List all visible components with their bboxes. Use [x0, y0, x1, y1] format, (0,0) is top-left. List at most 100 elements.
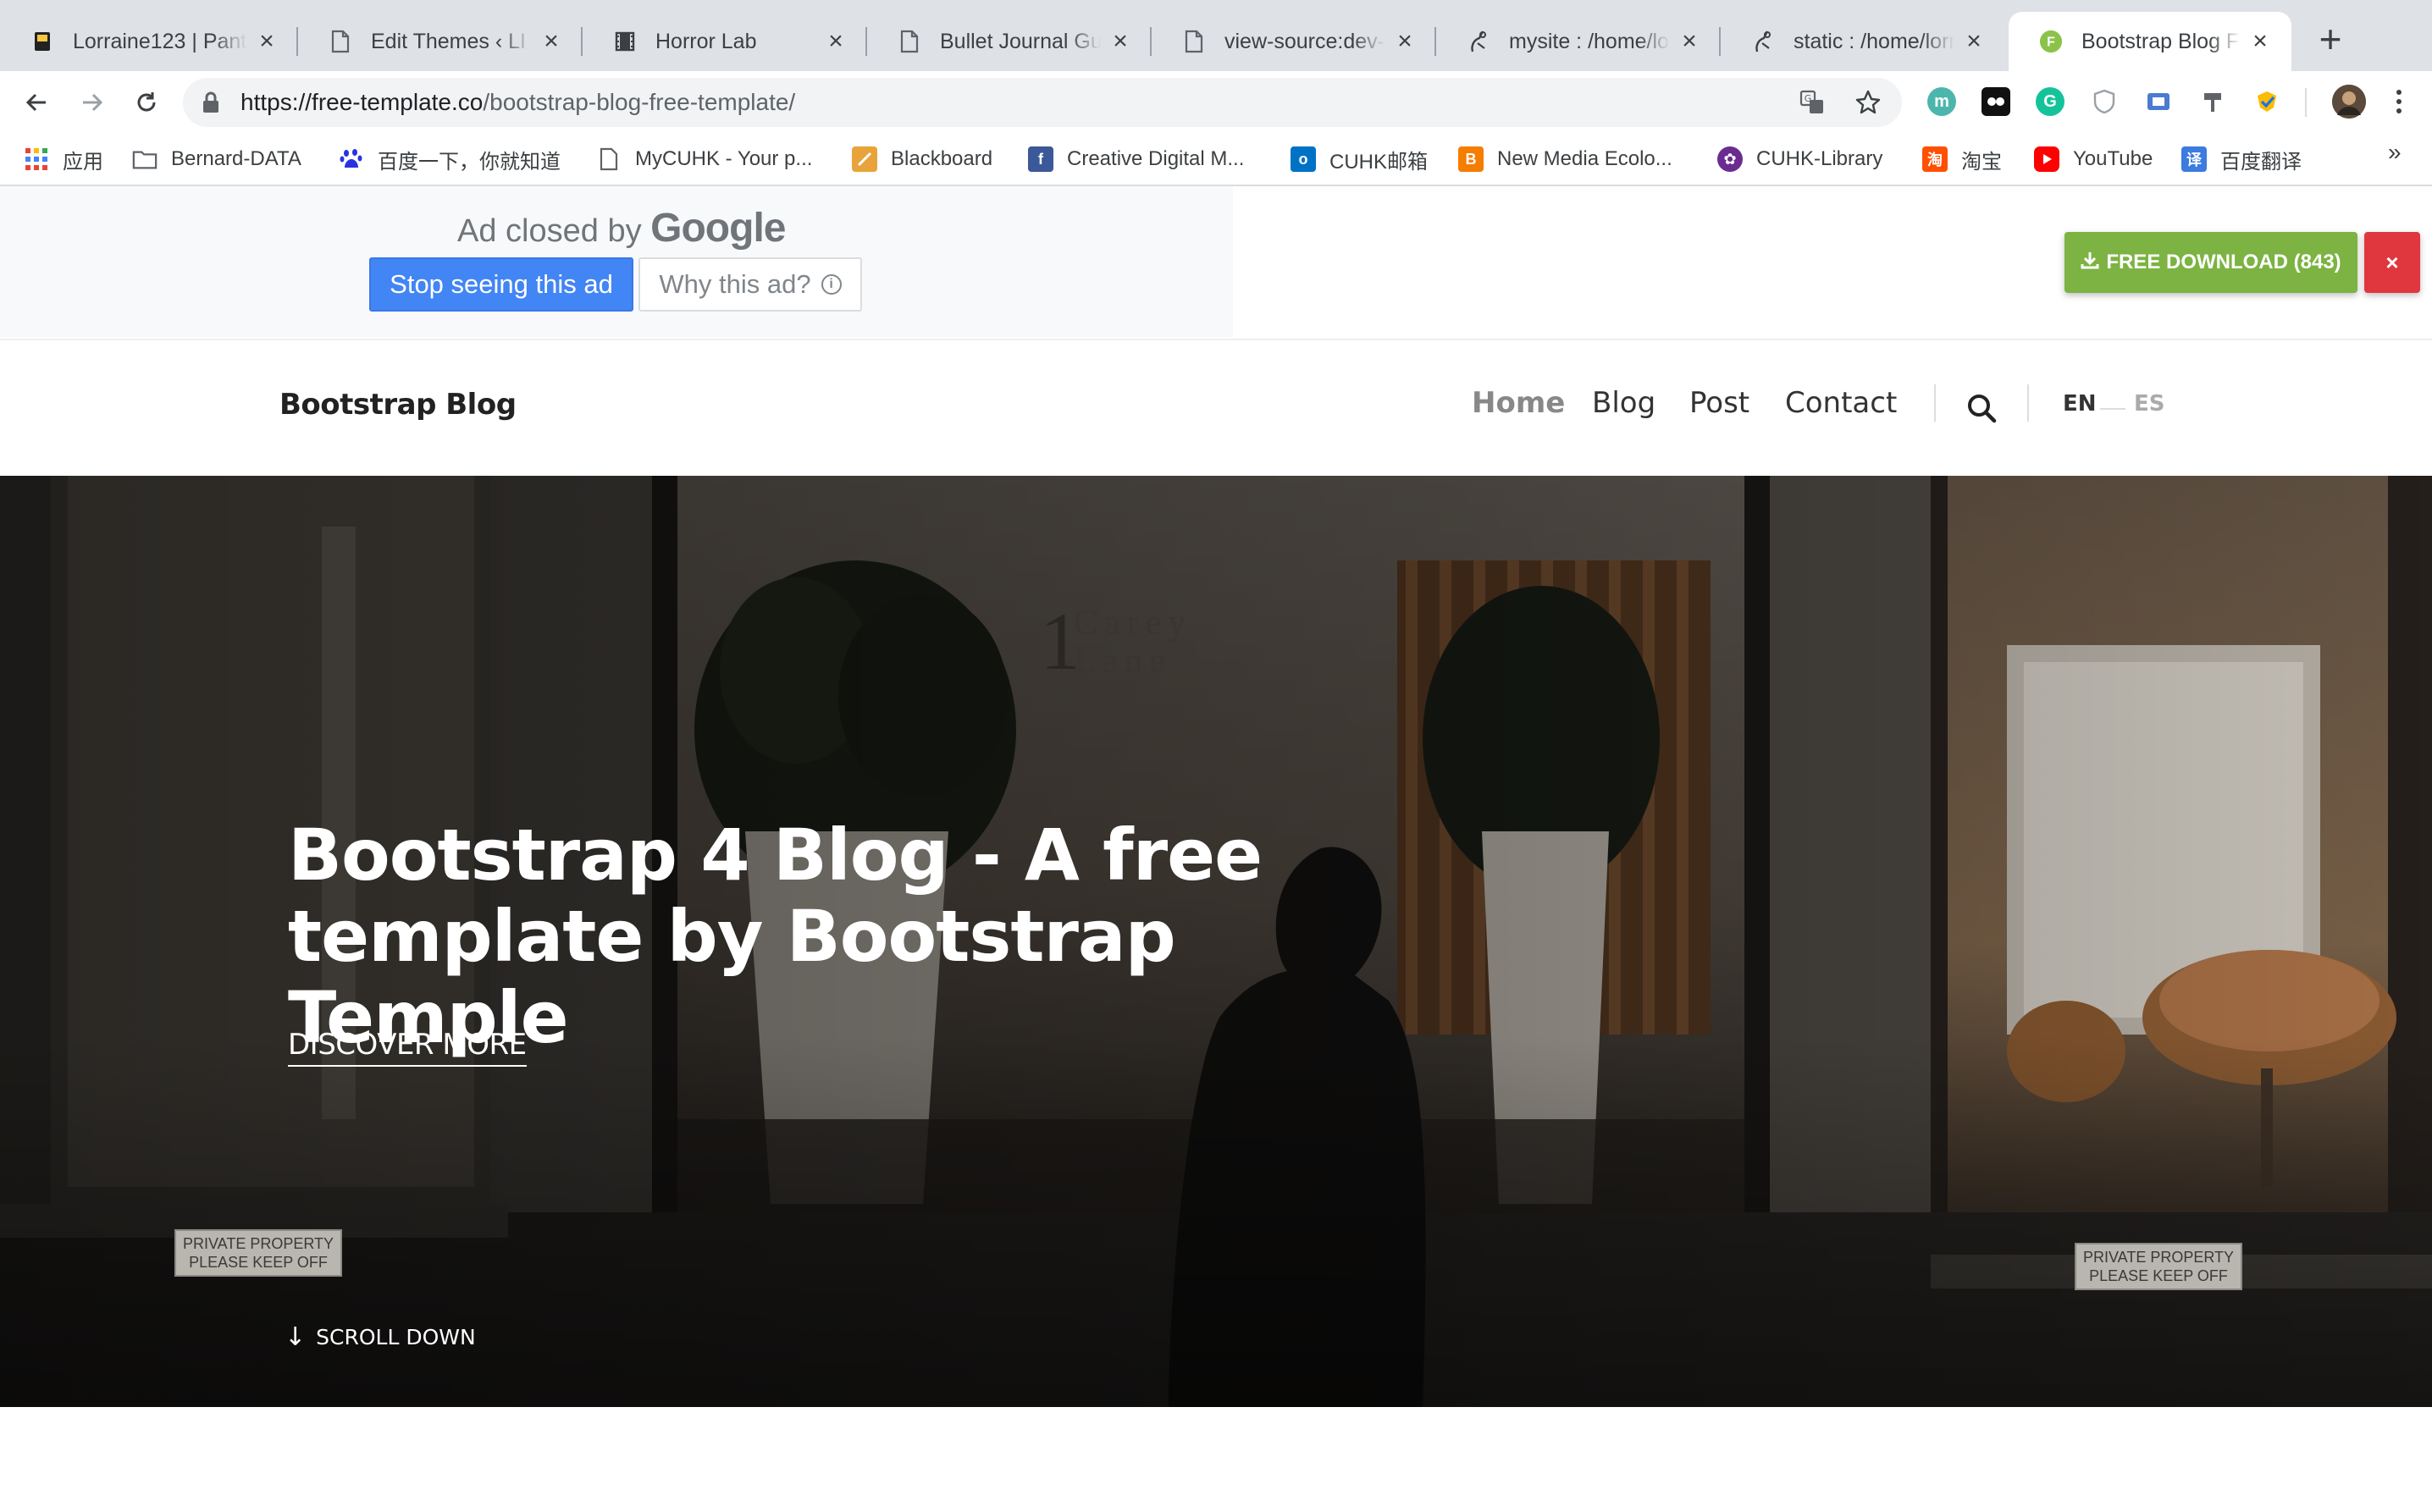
tab-pantone[interactable]: Lorraine123 | Pant ×: [0, 12, 298, 71]
nav-blog[interactable]: Blog: [1592, 386, 1655, 420]
discover-more-link[interactable]: DISCOVER MORE: [288, 1028, 527, 1067]
bookmark-new-media[interactable]: B New Media Ecolo...: [1458, 142, 1672, 176]
scroll-down-label: SCROLL DOWN: [316, 1325, 476, 1349]
tab-bootstrap-blog[interactable]: F Bootstrap Blog Fre ×: [2009, 12, 2291, 71]
extension-paint-icon[interactable]: [2198, 87, 2227, 116]
outlook-icon: o: [1291, 146, 1316, 172]
arrow-down-icon: ↓: [285, 1322, 307, 1352]
hero-section: 1 Carey Lane PRIVATE PROPERTY PLEASE KEE…: [0, 476, 2432, 1407]
site-brand[interactable]: Bootstrap Blog: [279, 388, 517, 422]
new-tab-button[interactable]: +: [2312, 19, 2349, 58]
extension-check-icon[interactable]: [2252, 87, 2281, 116]
python-anywhere-icon: [1467, 30, 1490, 53]
language-es[interactable]: ES: [2134, 391, 2165, 417]
page-icon: [1182, 30, 1206, 53]
extension-m-icon[interactable]: m: [1927, 87, 1956, 116]
tab-mysite[interactable]: mysite : /home/lorr ×: [1436, 12, 1721, 71]
tab-close-icon[interactable]: ×: [1392, 27, 1418, 55]
stop-seeing-ad-button[interactable]: Stop seeing this ad: [369, 257, 633, 312]
bookmarks-overflow-button[interactable]: »: [2388, 139, 2402, 166]
tab-edit-themes[interactable]: Edit Themes ‹ LI C ×: [298, 12, 583, 71]
bookmark-taobao[interactable]: 淘 淘宝: [1922, 142, 2002, 176]
nav-divider: [2027, 384, 2029, 422]
close-download-button[interactable]: ×: [2364, 232, 2420, 293]
bookmark-creative-digital[interactable]: f Creative Digital M...: [1028, 142, 1244, 176]
bookmark-cuhk-library[interactable]: ✿ CUHK-Library: [1717, 142, 1882, 176]
photo-lane-text: Lane: [1074, 642, 1172, 681]
forward-button[interactable]: [73, 83, 112, 122]
tab-title: Horror Lab: [655, 29, 757, 53]
tab-title: view-source:dev-l: [1224, 29, 1385, 53]
nav-home[interactable]: Home: [1472, 386, 1565, 420]
free-download-button[interactable]: FREE DOWNLOAD (843): [2064, 232, 2357, 293]
tab-static[interactable]: static : /home/lorra ×: [1721, 12, 2005, 71]
bookmark-blackboard[interactable]: Blackboard: [852, 142, 992, 176]
taobao-icon: 淘: [1922, 146, 1948, 172]
why-this-ad-label: Why this ad?: [659, 269, 811, 299]
back-button[interactable]: [17, 83, 56, 122]
scroll-down-link[interactable]: ↓ SCROLL DOWN: [285, 1322, 476, 1352]
bookmark-star-icon[interactable]: [1854, 89, 1882, 116]
page-icon: [898, 30, 921, 53]
tab-view-source[interactable]: view-source:dev-l ×: [1152, 12, 1436, 71]
ad-bar: Ad closed by Google Stop seeing this ad …: [0, 186, 2432, 339]
baidu-translate-icon: 译: [2181, 146, 2207, 172]
extension-eyes-icon[interactable]: [1982, 87, 2010, 116]
tab-close-icon[interactable]: ×: [254, 27, 279, 55]
tab-close-icon[interactable]: ×: [823, 27, 848, 55]
hero-title: Bootstrap 4 Blog - A free template by Bo…: [288, 814, 1473, 1058]
bookmark-bernard-data[interactable]: Bernard-DATA: [132, 142, 301, 176]
reload-button[interactable]: [127, 83, 166, 122]
film-icon: [613, 30, 637, 53]
bookmark-youtube[interactable]: YouTube: [2034, 142, 2153, 176]
tab-close-icon[interactable]: ×: [2247, 27, 2273, 55]
bookmark-label: Bernard-DATA: [171, 147, 301, 170]
google-logo: Google: [650, 206, 786, 251]
bookmark-label: Creative Digital M...: [1067, 147, 1245, 170]
nav-post[interactable]: Post: [1689, 386, 1749, 420]
bookmark-apps[interactable]: 应用: [24, 142, 103, 176]
tab-title: Bullet Journal Guid: [940, 29, 1101, 53]
why-this-ad-button[interactable]: Why this ad? i: [638, 257, 862, 312]
tab-title: Bootstrap Blog Fre: [2081, 29, 2241, 53]
web-page: Ad closed by Google Stop seeing this ad …: [0, 186, 2432, 1512]
page-icon: [596, 146, 622, 172]
grammarly-icon[interactable]: G: [2036, 87, 2064, 116]
language-en[interactable]: EN: [2063, 391, 2097, 417]
tab-title: mysite : /home/lorr: [1509, 29, 1670, 53]
translate-icon[interactable]: G: [1799, 89, 1826, 116]
svg-text:F: F: [2047, 36, 2055, 50]
nav-contact[interactable]: Contact: [1785, 386, 1897, 420]
address-bar[interactable]: https://free-template.co/bootstrap-blog-…: [183, 78, 1902, 127]
url-text[interactable]: https://free-template.co/bootstrap-blog-…: [240, 89, 795, 116]
tab-horror-lab[interactable]: Horror Lab ×: [583, 12, 867, 71]
tab-bullet-journal[interactable]: Bullet Journal Guid ×: [867, 12, 1152, 71]
ad-closed-text: Ad closed by: [457, 213, 642, 249]
library-icon: ✿: [1717, 146, 1743, 172]
reload-icon: [137, 92, 156, 112]
lock-icon: [202, 91, 220, 119]
bookmark-baidu[interactable]: 百度一下，你就知道: [339, 142, 561, 176]
bookmark-label: 百度翻译: [2220, 150, 2302, 174]
download-icon: [2081, 251, 2099, 275]
tab-close-icon[interactable]: ×: [539, 27, 564, 55]
toolbar-divider: [2305, 88, 2307, 117]
tab-close-icon[interactable]: ×: [1961, 27, 1987, 55]
tab-strip: Lorraine123 | Pant × Edit Themes ‹ LI C …: [0, 0, 2432, 71]
menu-kebab-icon[interactable]: [2385, 87, 2413, 116]
ad-closed-message: Ad closed by Google: [457, 205, 786, 251]
info-icon: i: [821, 274, 842, 295]
private-property-sign-right: PRIVATE PROPERTY PLEASE KEEP OFF: [2075, 1243, 2243, 1290]
bookmark-baidu-translate[interactable]: 译 百度翻译: [2181, 142, 2302, 176]
bookmark-cuhk-mail[interactable]: o CUHK邮箱: [1291, 142, 1428, 176]
search-icon[interactable]: [1965, 391, 1998, 425]
free-template-icon: F: [2039, 30, 2063, 53]
tab-close-icon[interactable]: ×: [1108, 27, 1133, 55]
extension-blue-icon[interactable]: [2144, 87, 2173, 116]
avatar[interactable]: [2332, 85, 2366, 119]
tab-close-icon[interactable]: ×: [1677, 27, 1702, 55]
hero-title-line: Bootstrap 4 Blog - A free: [288, 814, 1263, 897]
shield-extension-icon[interactable]: [2090, 87, 2119, 116]
url-host: https://free-template.co: [240, 89, 484, 115]
bookmark-mycuhk[interactable]: MyCUHK - Your p...: [596, 142, 812, 176]
